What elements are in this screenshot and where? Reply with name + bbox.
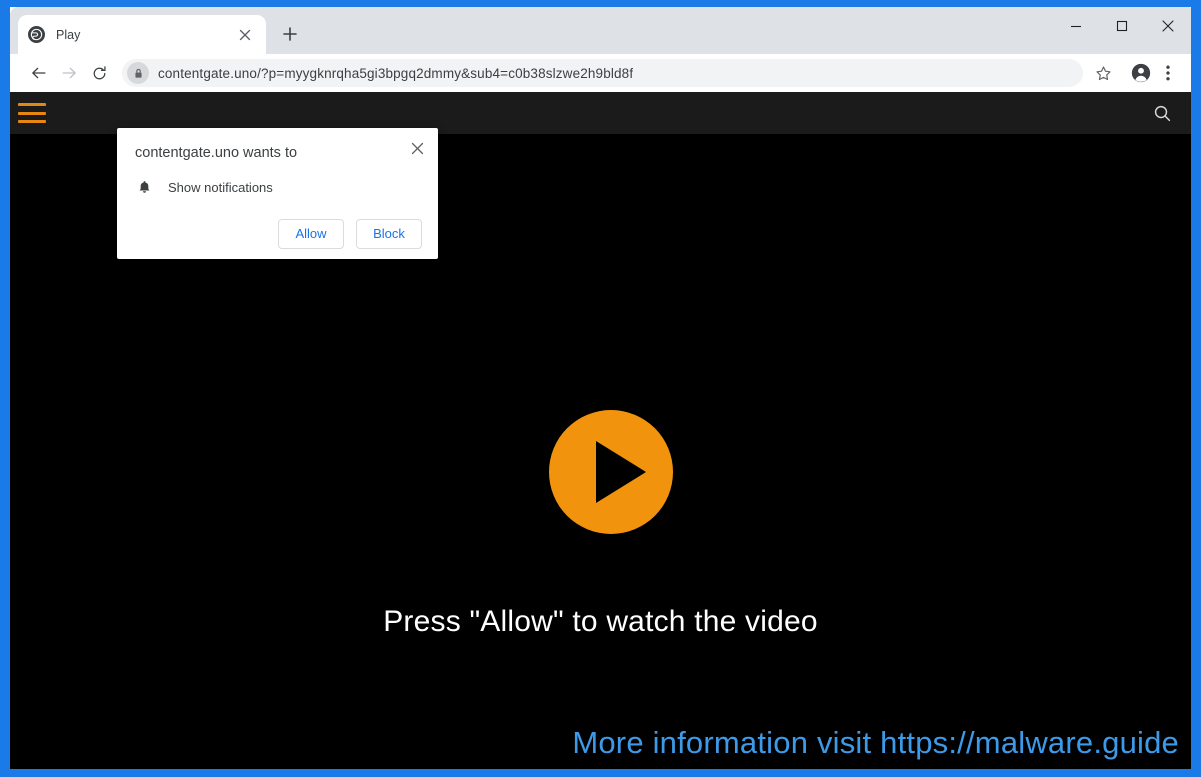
dialog-actions: Allow Block — [135, 218, 422, 249]
star-icon[interactable] — [1089, 59, 1117, 87]
notification-permission-dialog: contentgate.uno wants to Show notificati… — [117, 128, 438, 259]
forward-arrow-icon — [54, 58, 84, 88]
close-icon[interactable] — [406, 137, 428, 159]
info-banner: More information visit https://malware.g… — [572, 725, 1179, 760]
screenshot-frame: Play contentgate.uno/?p=myygknrqha5gi3bp… — [0, 0, 1201, 777]
tab-title: Play — [56, 27, 81, 42]
search-icon[interactable] — [1147, 98, 1177, 128]
close-icon[interactable] — [234, 24, 256, 46]
globe-icon — [28, 26, 45, 43]
page-viewport: Press "Allow" to watch the video More in… — [10, 92, 1191, 769]
url-text: contentgate.uno/?p=myygknrqha5gi3bpgq2dm… — [158, 65, 634, 81]
close-icon[interactable] — [1145, 7, 1191, 45]
lock-icon[interactable] — [127, 62, 149, 84]
play-button-icon[interactable] — [549, 410, 673, 534]
window-controls — [1053, 7, 1191, 45]
hamburger-menu-icon[interactable] — [18, 101, 46, 125]
three-dot-menu-icon[interactable] — [1155, 59, 1181, 87]
permission-option-row: Show notifications — [135, 179, 422, 197]
block-button[interactable]: Block — [356, 218, 422, 249]
tab-strip: Play — [10, 7, 1191, 54]
bell-icon — [135, 179, 153, 197]
minimize-icon[interactable] — [1053, 7, 1099, 45]
permission-option-label: Show notifications — [168, 180, 273, 196]
account-avatar-icon[interactable] — [1127, 59, 1155, 87]
browser-tab[interactable]: Play — [18, 15, 266, 54]
page-title: Press "Allow" to watch the video — [383, 605, 818, 638]
allow-button[interactable]: Allow — [278, 218, 344, 249]
browser-toolbar: contentgate.uno/?p=myygknrqha5gi3bpgq2dm… — [10, 54, 1191, 92]
maximize-icon[interactable] — [1099, 7, 1145, 45]
back-arrow-icon[interactable] — [24, 58, 54, 88]
browser-window: Play contentgate.uno/?p=myygknrqha5gi3bp… — [10, 7, 1191, 769]
address-bar[interactable]: contentgate.uno/?p=myygknrqha5gi3bpgq2dm… — [122, 59, 1083, 87]
new-tab-button[interactable] — [276, 20, 304, 48]
reload-icon[interactable] — [84, 58, 114, 88]
dialog-title: contentgate.uno wants to — [135, 145, 298, 161]
